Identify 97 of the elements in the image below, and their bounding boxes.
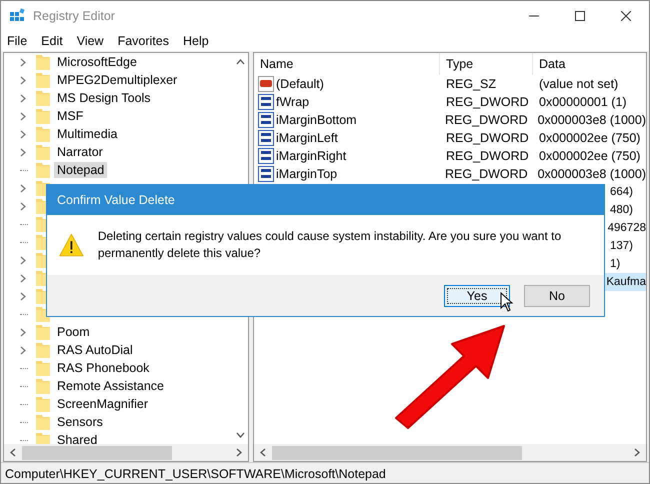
value-name[interactable]: iMarginBottom [276, 113, 357, 127]
value-type: REG_DWORD [444, 167, 529, 181]
menu-item[interactable]: File [7, 34, 28, 48]
tree-item[interactable]: Shared [54, 432, 100, 444]
tree-item[interactable]: MicrosoftEdge [54, 54, 140, 70]
folder-icon [36, 144, 50, 160]
folder-icon [36, 360, 50, 376]
scroll-left-icon[interactable] [260, 448, 266, 457]
tree-item[interactable]: Remote Assistance [54, 378, 167, 394]
expand-chevron-icon[interactable] [20, 346, 26, 354]
tree-item[interactable]: Narrator [54, 144, 106, 160]
folder-icon [36, 378, 50, 394]
folder-icon [36, 414, 50, 430]
column-header[interactable]: Type [440, 53, 533, 75]
value-data: 1) [610, 258, 620, 270]
tree-item[interactable]: RAS AutoDial [54, 342, 136, 358]
folder-icon [36, 72, 50, 88]
value-data: 0x000002ee (750) [538, 131, 642, 145]
folder-icon [36, 342, 50, 358]
tree-item[interactable]: Notepad [54, 162, 108, 178]
value-data: Kaufma [606, 276, 646, 288]
tree-item[interactable]: MS Design Tools [54, 90, 154, 106]
value-name[interactable]: iMarginRight [276, 149, 346, 163]
expand-chevron-icon[interactable] [20, 184, 26, 192]
binary-value-icon [258, 166, 274, 182]
tree-item[interactable]: Sensors [54, 414, 106, 430]
scroll-left-icon[interactable] [10, 448, 16, 457]
value-data: 664) [610, 186, 634, 198]
expand-chevron-icon[interactable] [20, 148, 26, 156]
folder-icon [36, 432, 50, 444]
expand-chevron-icon[interactable] [20, 130, 26, 138]
value-data: (value not set) [538, 77, 620, 91]
menu-item[interactable]: Help [182, 34, 209, 48]
string-value-icon [258, 76, 274, 92]
folder-icon [36, 54, 50, 70]
value-name[interactable]: fWrap [276, 95, 310, 109]
dialog-message: Deleting certain registry values could cause system instability. Are you sure you want to permanently delete this value? [98, 228, 562, 262]
scroll-up-icon[interactable] [236, 59, 244, 65]
binary-value-icon [258, 130, 274, 146]
expand-chevron-icon[interactable] [20, 58, 26, 66]
dialog-title: Confirm Value Delete [57, 193, 175, 207]
scroll-right-icon[interactable] [236, 448, 242, 457]
binary-value-icon [258, 112, 274, 128]
dialog-button[interactable]: Yes [444, 284, 510, 306]
value-data: 0x000003e8 (1000) [536, 113, 646, 127]
folder-icon [36, 162, 50, 178]
tree-item[interactable]: ScreenMagnifier [54, 396, 152, 412]
expand-chevron-icon[interactable] [20, 94, 26, 102]
folder-icon [36, 126, 50, 142]
value-name[interactable]: iMarginLeft [276, 131, 338, 145]
tree-item[interactable]: Poom [54, 324, 93, 340]
expand-chevron-icon[interactable] [20, 76, 26, 84]
value-data: 480) [610, 204, 634, 216]
value-type: REG_DWORD [445, 95, 530, 109]
value-data: 0x00000001 (1) [538, 95, 628, 109]
registry-icon [9, 8, 25, 24]
scroll-right-icon[interactable] [634, 448, 640, 457]
value-type: REG_DWORD [445, 131, 530, 145]
folder-icon [36, 90, 50, 106]
tree-item[interactable]: MSF [54, 108, 86, 124]
tree-item[interactable]: MPEG2Demultiplexer [54, 72, 180, 88]
folder-icon [36, 324, 50, 340]
expand-chevron-icon[interactable] [20, 274, 26, 282]
column-header[interactable]: Name [254, 53, 440, 75]
column-header[interactable]: Data [533, 53, 646, 75]
status-bar: Computer\HKEY_CURRENT_USER\SOFTWARE\Microsoft\Notepad [1, 462, 649, 483]
value-data: 0x000002ee (750) [538, 149, 642, 163]
tree-item[interactable]: RAS Phonebook [54, 360, 152, 376]
expand-chevron-icon[interactable] [20, 292, 26, 300]
tree-item[interactable]: Multimedia [54, 126, 120, 142]
folder-icon [36, 108, 50, 124]
value-data: 0x000003e8 (1000) [536, 167, 646, 181]
menu-item[interactable]: Favorites [118, 34, 169, 48]
menu-item[interactable]: Edit [41, 34, 63, 48]
horizontal-scrollbar[interactable] [254, 444, 646, 461]
window-title: Registry Editor [33, 9, 115, 23]
expand-chevron-icon[interactable] [20, 256, 26, 264]
value-name[interactable]: (Default) [276, 77, 324, 91]
menu-item[interactable]: View [76, 34, 104, 48]
expand-chevron-icon[interactable] [20, 328, 26, 336]
binary-value-icon [258, 148, 274, 164]
expand-chevron-icon[interactable] [20, 202, 26, 210]
cursor-icon [500, 292, 514, 312]
close-icon[interactable] [621, 11, 631, 21]
maximize-icon[interactable] [575, 11, 585, 21]
expand-chevron-icon[interactable] [20, 112, 26, 120]
scroll-down-icon[interactable] [236, 432, 244, 438]
value-type: REG_DWORD [445, 149, 530, 163]
value-data: 496728 [608, 222, 646, 234]
dialog-button[interactable]: No [524, 284, 590, 306]
value-data: 137) [610, 240, 634, 252]
binary-value-icon [258, 94, 274, 110]
value-type: REG_SZ [445, 77, 498, 91]
value-name[interactable]: iMarginTop [276, 167, 338, 181]
horizontal-scrollbar[interactable] [4, 444, 248, 461]
value-type: REG_DWORD [444, 113, 529, 127]
folder-icon [36, 396, 50, 412]
